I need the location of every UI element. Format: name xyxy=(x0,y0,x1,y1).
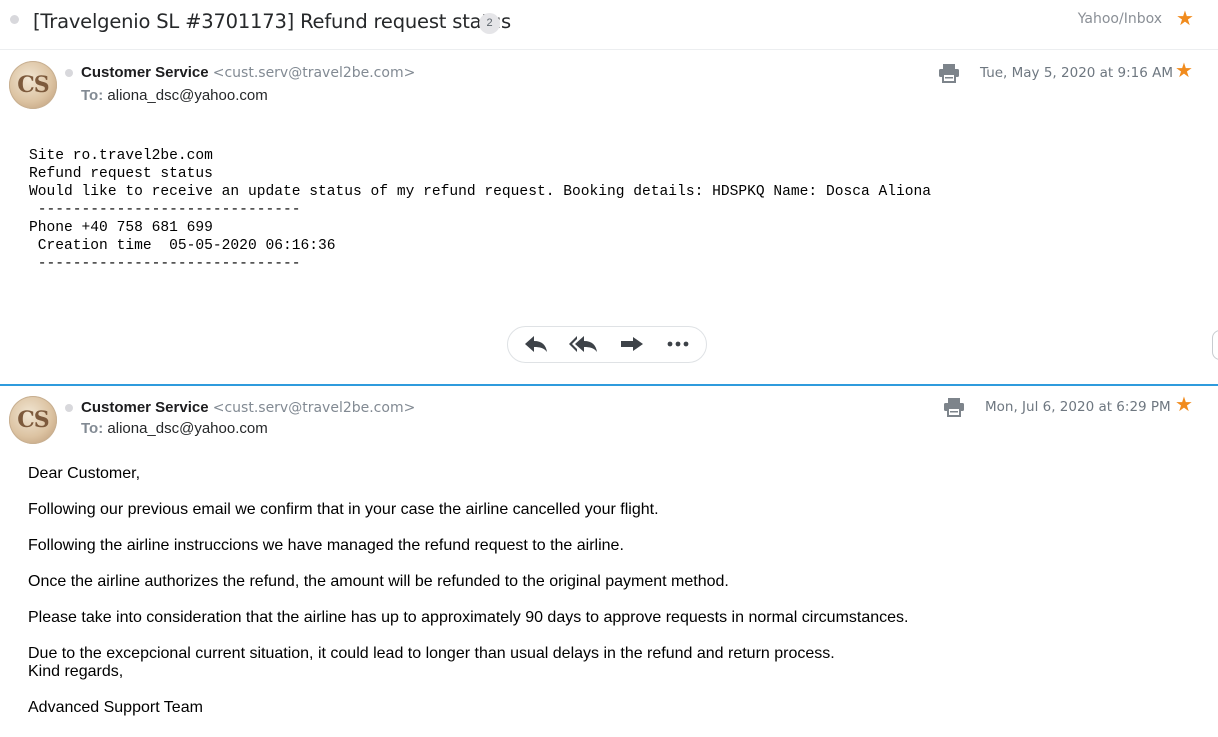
recipient-line: To: aliona_dsc@yahoo.com xyxy=(81,420,268,437)
sender-email: <cust.serv@travel2be.com> xyxy=(212,400,416,416)
message-star-icon[interactable]: ★ xyxy=(1175,61,1193,81)
body-paragraph: Following our previous email we confirm … xyxy=(28,501,659,518)
reply-icon[interactable] xyxy=(523,334,549,354)
recipient-address[interactable]: aliona_dsc@yahoo.com xyxy=(107,420,267,437)
separator-line: ------------------------------ xyxy=(29,202,301,218)
scroll-handle[interactable] xyxy=(1212,330,1218,360)
body-paragraph: Please take into consideration that the … xyxy=(28,609,909,626)
message-body: Site ro.travel2be.com Refund request sta… xyxy=(29,147,931,273)
body-line: Site ro.travel2be.com xyxy=(29,148,213,164)
unread-dot[interactable] xyxy=(10,15,19,24)
thread-subject: [Travelgenio SL #3701173] Refund request… xyxy=(33,10,511,33)
body-line: Creation time 05-05-2020 06:16:36 xyxy=(29,238,336,254)
separator-line: ------------------------------ xyxy=(29,256,301,272)
message-star-icon[interactable]: ★ xyxy=(1175,395,1193,415)
sender-line: Customer Service <cust.serv@travel2be.co… xyxy=(81,64,415,81)
body-line: Phone +40 758 681 699 xyxy=(29,220,213,236)
thread-star-icon[interactable]: ★ xyxy=(1176,9,1194,29)
body-line: Would like to receive an update status o… xyxy=(29,184,932,200)
more-icon[interactable] xyxy=(665,334,691,354)
to-label: To: xyxy=(81,87,104,104)
message-count-badge: 2 xyxy=(479,13,500,34)
message-divider xyxy=(0,384,1218,386)
sender-name[interactable]: Customer Service xyxy=(81,64,209,81)
sign-off: Kind regards, xyxy=(28,663,124,680)
avatar[interactable]: CS xyxy=(9,61,57,109)
body-paragraph: Once the airline authorizes the refund, … xyxy=(28,573,729,590)
greeting: Dear Customer, xyxy=(28,465,141,482)
recipient-line: To: aliona_dsc@yahoo.com xyxy=(81,87,268,104)
read-status-dot[interactable] xyxy=(65,404,73,412)
reply-all-icon[interactable] xyxy=(569,334,599,354)
body-paragraph: Following the airline instruccions we ha… xyxy=(28,537,624,554)
body-line: Refund request status xyxy=(29,166,213,182)
message-date: Mon, Jul 6, 2020 at 6:29 PM xyxy=(985,399,1171,415)
body-paragraph: Due to the excepcional current situation… xyxy=(28,645,835,662)
sender-line: Customer Service <cust.serv@travel2be.co… xyxy=(81,399,415,416)
forward-icon[interactable] xyxy=(619,334,645,354)
recipient-address[interactable]: aliona_dsc@yahoo.com xyxy=(107,87,267,104)
sender-email: <cust.serv@travel2be.com> xyxy=(212,65,416,81)
message-actions-toolbar xyxy=(507,326,707,363)
folder-label[interactable]: Yahoo/Inbox xyxy=(1078,11,1162,27)
print-icon[interactable] xyxy=(938,63,960,83)
sender-name[interactable]: Customer Service xyxy=(81,399,209,416)
signature: Advanced Support Team xyxy=(28,699,203,716)
message-date: Tue, May 5, 2020 at 9:16 AM xyxy=(980,65,1174,81)
print-icon[interactable] xyxy=(943,397,965,417)
read-status-dot[interactable] xyxy=(65,69,73,77)
avatar[interactable]: CS xyxy=(9,396,57,444)
to-label: To: xyxy=(81,420,104,437)
header-divider xyxy=(0,49,1218,50)
